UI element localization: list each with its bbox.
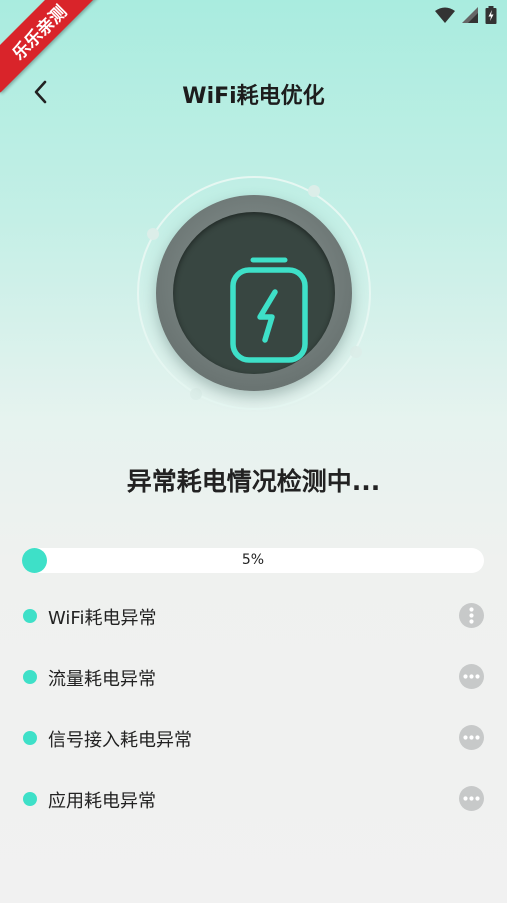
status-dot xyxy=(23,609,37,623)
status-dot xyxy=(23,792,37,806)
wifi-signal-icon xyxy=(435,7,455,23)
scan-progress-label: 5% xyxy=(241,552,265,568)
check-item-label: WiFi耗电异常 xyxy=(48,608,157,629)
status-icons xyxy=(435,6,497,24)
list-item: 信号接入耗电异常 xyxy=(0,718,507,758)
scan-indicator xyxy=(156,195,352,391)
battery-status-icon xyxy=(485,6,497,24)
more-horizontal-icon xyxy=(459,664,484,689)
battery-charging-icon xyxy=(230,257,308,363)
check-item-label: 流量耗电异常 xyxy=(48,669,156,690)
check-item-label: 信号接入耗电异常 xyxy=(48,730,192,751)
loading-icon xyxy=(459,603,484,628)
scan-status-text: 异常耗电情况检测中... xyxy=(126,467,381,496)
orbit-dot xyxy=(190,388,202,400)
list-item: WiFi耗电异常 xyxy=(0,596,507,636)
status-dot xyxy=(23,670,37,684)
orbit-dot xyxy=(350,346,362,358)
more-horizontal-icon xyxy=(459,725,484,750)
list-item: 流量耗电异常 xyxy=(0,657,507,697)
scan-progress-bar: 5% xyxy=(22,548,484,573)
status-dot xyxy=(23,731,37,745)
page-title: WiFi耗电优化 xyxy=(182,84,325,109)
orbit-dot xyxy=(147,228,159,240)
cellular-signal-icon xyxy=(462,7,478,23)
more-horizontal-icon xyxy=(459,786,484,811)
orbit-dot xyxy=(308,185,320,197)
list-item: 应用耗电异常 xyxy=(0,779,507,819)
scan-indicator-core xyxy=(173,212,335,374)
check-item-label: 应用耗电异常 xyxy=(48,791,156,812)
